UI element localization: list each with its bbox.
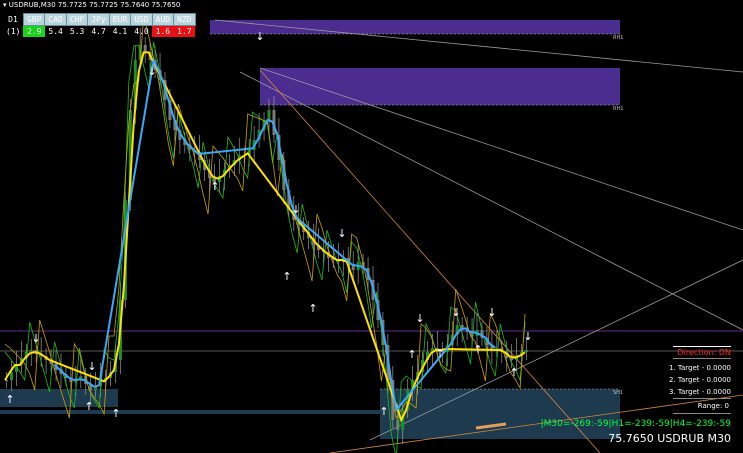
- zone-label-rh-top: RH1: [613, 35, 624, 41]
- sell-arrow-icon: ↓: [291, 203, 300, 216]
- buy-arrow-icon: ↑: [435, 347, 444, 360]
- candle-body: [460, 325, 464, 328]
- candle-body: [267, 110, 271, 120]
- strength-header-row: D1 GBP CAD CHF JPy EUR USD AUD NZD: [3, 13, 196, 26]
- buy-arrow-icon: ↑: [111, 407, 120, 420]
- sell-arrow-icon: ↓: [337, 227, 346, 240]
- buy-arrow-icon: ↑: [509, 366, 518, 379]
- target-1-text: 1. Target - 0.0000: [668, 364, 731, 372]
- buy-arrow-icon: ↑: [5, 393, 14, 406]
- direction-text: Direction: DN: [677, 348, 731, 357]
- strength-value: 5.3: [69, 27, 85, 36]
- demand-zone-bar: [0, 410, 380, 414]
- timeframe-label: D1: [8, 15, 18, 24]
- currency-head: EUR: [108, 13, 132, 26]
- currency-head: USD: [130, 13, 153, 26]
- currency-head: CAD: [44, 13, 67, 26]
- buy-arrow-icon: ↑: [407, 348, 416, 361]
- currency-head: NZD: [173, 13, 196, 26]
- strength-value: 5.4: [48, 27, 63, 36]
- buy-arrow-icon: ↑: [379, 405, 388, 418]
- buy-arrow-icon: ↑: [473, 343, 482, 356]
- candle-body: [510, 358, 514, 360]
- mtf-readout: |M30=-269:-59|H1=-239:-59|H4=-239:-59: [540, 419, 731, 429]
- buy-arrow-icon: ↑: [84, 400, 93, 413]
- sell-arrow-icon: ↓: [147, 65, 156, 78]
- sell-arrow-icon: ↓: [523, 330, 532, 343]
- price-symbol-label: 75.7650 USDRUB M30: [608, 432, 731, 445]
- zone-label-sh: SH1: [613, 390, 624, 396]
- strength-value: 4.7: [91, 27, 106, 36]
- row-label: (1): [6, 26, 21, 36]
- candle-body: [143, 45, 147, 52]
- panel-divider: [673, 358, 731, 359]
- currency-head: JPy: [87, 13, 110, 26]
- zone-label-rh-mid: RH1: [613, 106, 624, 112]
- trendline-gray-2: [239, 71, 743, 331]
- strength-value: 1.6: [152, 25, 174, 37]
- buy-arrow-icon: ↑: [282, 270, 291, 283]
- demand-zone-right: [380, 389, 620, 439]
- panel-divider: [673, 413, 731, 414]
- currency-head: GBP: [22, 13, 46, 26]
- target-3-text: 3. Target - 0.0000: [668, 388, 731, 396]
- candle-body: [525, 350, 529, 352]
- panel-divider: [673, 398, 731, 399]
- sell-arrow-icon: ↓: [255, 30, 264, 43]
- candle-body: [9, 372, 13, 380]
- sell-arrow-icon: ↓: [451, 306, 460, 319]
- panel-divider: [673, 346, 731, 347]
- strength-value: 4.1: [112, 27, 128, 36]
- dropdown-triangle-icon[interactable]: ▾: [3, 1, 7, 9]
- strength-value: 2.9: [23, 25, 45, 37]
- sell-arrow-icon: ↓: [415, 312, 424, 325]
- sell-arrow-icon: ↓: [487, 306, 496, 319]
- buy-arrow-icon: ↑: [308, 302, 317, 315]
- currency-strength-table: D1 GBP CAD CHF JPy EUR USD AUD NZD (1) 2…: [3, 13, 196, 37]
- target-2-text: 2. Target - 0.0000: [668, 376, 731, 384]
- sell-arrow-icon: ↓: [31, 332, 40, 345]
- range-text: Range: 0: [697, 402, 729, 410]
- supply-zone-top: [210, 20, 620, 34]
- strength-value: 1.7: [173, 25, 196, 37]
- strength-value-row: (1) 2.9 5.4 5.3 4.7 4.1 4.0 1.6 1.7: [3, 25, 196, 37]
- sell-arrow-icon: ↓: [87, 360, 96, 373]
- buy-arrow-icon: ↑: [210, 180, 219, 193]
- currency-head: AUD: [151, 13, 175, 26]
- price-chart[interactable]: ↓ ↓ ↓ ↓ ↓ ↓ ↓ ↓ ↓ ↓ ↑ ↑ ↑ ↑ ↑ ↑ ↑ ↑ ↑ ↑ ↑: [0, 0, 743, 453]
- strength-value: 4.0: [134, 27, 149, 36]
- currency-head: CHF: [65, 13, 89, 26]
- symbol-header: ▾ USDRUB,M30 75.7725 75.7725 75.7640 75.…: [3, 1, 181, 9]
